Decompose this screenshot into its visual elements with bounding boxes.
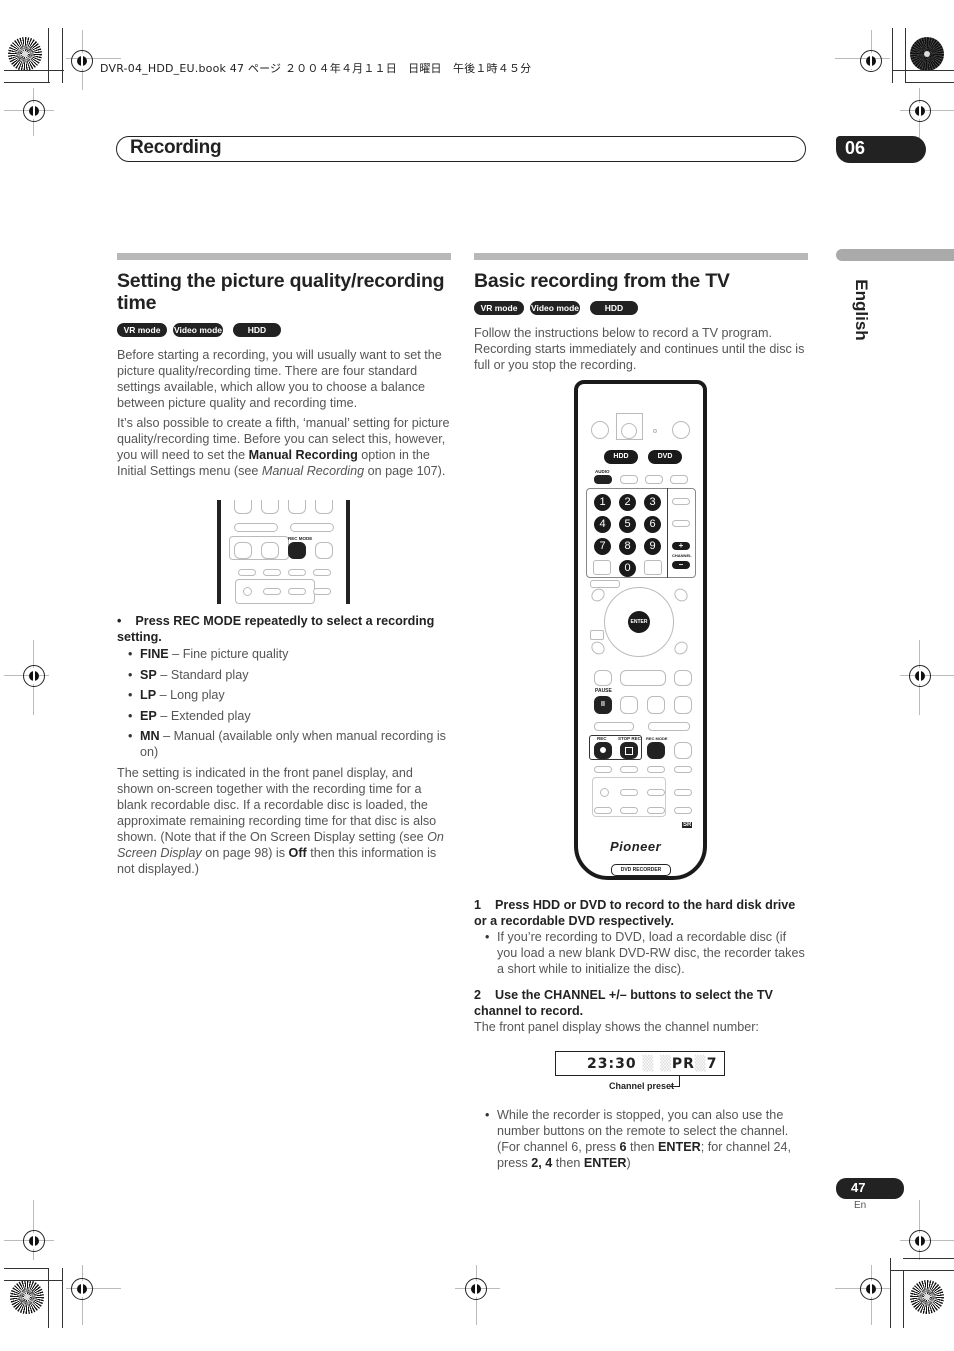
number-button-9: 9	[644, 538, 661, 555]
number-button-7: 7	[594, 538, 611, 555]
section-title: Setting the picture quality/recording ti…	[117, 270, 445, 314]
section-bar	[117, 253, 451, 260]
remote-control-illustration: HDD DVD AUDIO 1 2 3 4 5 6 7 8 9 0 + CHAN…	[574, 380, 707, 880]
header-title: Recording	[130, 137, 222, 158]
left-instructions: • Press REC MODE repeatedly to select a …	[117, 613, 451, 877]
registration-mark-icon	[23, 100, 45, 122]
tag-hdd: HDD	[233, 323, 281, 337]
stop-rec-button	[620, 742, 638, 759]
rec-mode-button	[288, 542, 306, 559]
language-tab-bar	[836, 249, 954, 261]
tip: While the recorder is stopped, you can a…	[474, 1107, 808, 1176]
chapter-number: 06	[845, 138, 866, 158]
tag-video-mode: Video mode	[173, 323, 223, 337]
sr-badge: SR	[682, 822, 693, 828]
pause-button: II	[594, 696, 612, 714]
page-badge	[836, 1178, 904, 1199]
registration-mark-icon	[71, 50, 93, 72]
list-item: FINE – Fine picture quality	[117, 646, 451, 662]
registration-mark-icon	[23, 665, 45, 687]
paragraph: It’s also possible to create a fifth, ‘m…	[117, 416, 450, 478]
tag-vr-mode: VR mode	[474, 301, 524, 315]
tag-video-mode: Video mode	[530, 301, 580, 315]
hdd-button: HDD	[604, 450, 638, 464]
registration-mark-icon	[465, 1278, 487, 1300]
section-bar	[474, 253, 808, 260]
paragraph: The setting is indicated in the front pa…	[117, 765, 444, 876]
list-item: While the recorder is stopped, you can a…	[474, 1107, 808, 1171]
list-item: SP – Standard play	[117, 667, 451, 683]
rec-mode-label: REC MODE	[288, 536, 313, 541]
intro-paragraph: Follow the instructions below to record …	[474, 326, 805, 372]
number-button-6: 6	[644, 516, 661, 533]
list-item: EP – Extended play	[117, 708, 451, 724]
number-button-2: 2	[619, 494, 636, 511]
registration-mark-icon	[23, 1230, 45, 1252]
section-title: Basic recording from the TV	[474, 270, 730, 292]
number-button-8: 8	[619, 538, 636, 555]
paragraph: The front panel display shows the channe…	[474, 1020, 759, 1034]
registration-mark-icon	[860, 50, 882, 72]
registration-starburst-icon	[10, 1280, 44, 1314]
registration-mark-icon	[909, 1230, 931, 1252]
model-label: DVD RECORDER	[611, 864, 671, 876]
recording-mode-list: FINE – Fine picture quality SP – Standar…	[117, 646, 451, 760]
registration-mark-icon	[71, 1278, 93, 1300]
mode-tags: VR mode Video mode HDD	[474, 301, 808, 315]
right-section: Basic recording from the TV VR mode Vide…	[474, 253, 808, 373]
enter-button: ENTER	[628, 611, 650, 633]
page-language: En	[854, 1200, 867, 1211]
step-1: 1 Press HDD or DVD to record to the hard…	[474, 898, 796, 928]
tag-hdd: HDD	[590, 301, 638, 315]
page-number: 47	[851, 1180, 866, 1195]
step-2: 2 Use the CHANNEL +/– buttons to select …	[474, 988, 773, 1018]
number-button-4: 4	[594, 516, 611, 533]
display-readout: 23:30 ▒ ▒PR▒7	[587, 1056, 718, 1072]
channel-plus-button: +	[672, 542, 690, 550]
list-item: If you’re recording to DVD, load a recor…	[474, 929, 808, 977]
number-button-5: 5	[619, 516, 636, 533]
registration-starburst-icon	[910, 37, 944, 71]
left-section: Setting the picture quality/recording ti…	[117, 253, 451, 483]
registration-starburst-icon	[8, 37, 42, 71]
instruction-step: • Press REC MODE repeatedly to select a …	[117, 614, 435, 644]
paragraph: Before starting a recording, you will us…	[117, 348, 442, 410]
audio-button	[594, 475, 612, 484]
rec-mode-button	[647, 742, 665, 759]
pioneer-logo: Pioneer	[610, 839, 662, 854]
tag-vr-mode: VR mode	[117, 323, 167, 337]
registration-mark-icon	[860, 1278, 882, 1300]
rec-button	[594, 742, 612, 759]
registration-mark-icon	[909, 100, 931, 122]
rec-mode-illustration: REC MODE	[217, 500, 351, 604]
display-caption: Channel preset	[609, 1081, 675, 1091]
registration-mark-icon	[909, 665, 931, 687]
cross-reference-link[interactable]: Manual Recording	[262, 464, 364, 478]
list-item: LP – Long play	[117, 687, 451, 703]
number-button-1: 1	[594, 494, 611, 511]
steps: 1 Press HDD or DVD to record to the hard…	[474, 897, 808, 1035]
channel-minus-button: –	[672, 561, 690, 569]
dvd-button: DVD	[648, 450, 682, 464]
language-tab-label: English	[852, 279, 871, 341]
mode-tags: VR mode Video mode HDD	[117, 323, 451, 337]
number-button-0: 0	[619, 560, 636, 577]
file-info: DVR-04_HDD_EU.book 47 ページ ２００４年４月１１日 日曜日…	[100, 62, 532, 75]
list-item: MN – Manual (available only when manual …	[117, 728, 451, 760]
number-button-3: 3	[644, 494, 661, 511]
registration-starburst-icon	[910, 1280, 944, 1314]
